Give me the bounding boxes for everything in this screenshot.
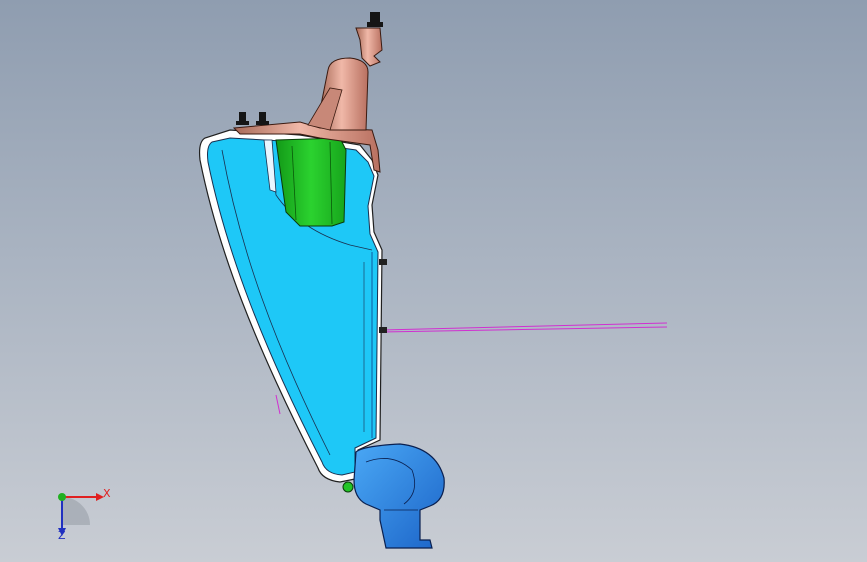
- bottom-duct-part[interactable]: [342, 443, 445, 549]
- axis-x-label: X: [103, 487, 111, 500]
- axis-z-label: Z: [58, 529, 66, 542]
- cad-viewport[interactable]: [0, 0, 867, 562]
